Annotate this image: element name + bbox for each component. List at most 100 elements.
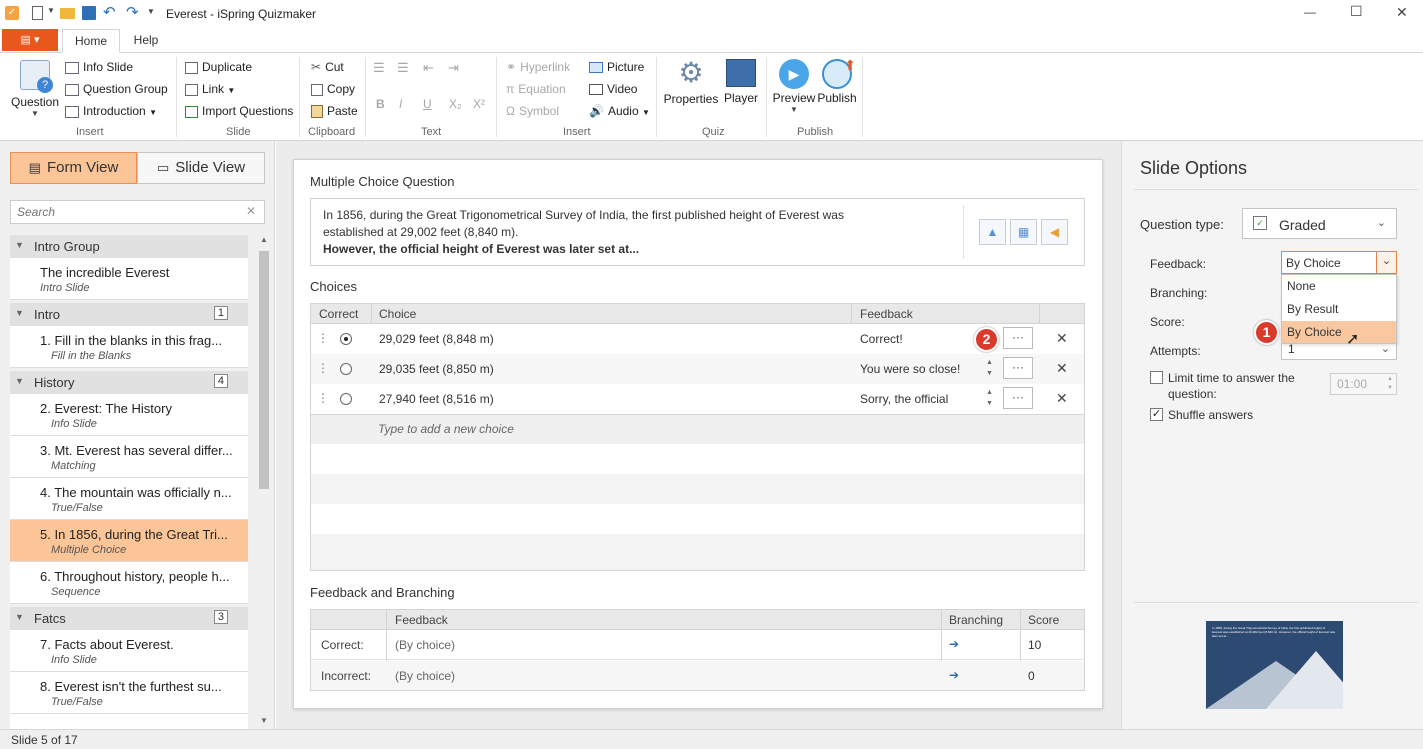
import-questions-button[interactable]: Import Questions	[185, 104, 293, 118]
group-header[interactable]: ▼ Fatcs 3	[10, 607, 248, 630]
dropdown-option[interactable]: None	[1282, 275, 1396, 297]
publish-button[interactable]: ⬆ Publish	[816, 57, 858, 105]
score-value[interactable]: 10	[1028, 638, 1041, 652]
list-scrollbar[interactable]: ▲ ▼	[257, 235, 271, 725]
cut-button[interactable]: ✂ Cut	[311, 60, 344, 74]
close-button[interactable]: ✕	[1396, 4, 1408, 21]
properties-button[interactable]: ⚙ Properties	[663, 57, 719, 106]
new-file-icon[interactable]	[32, 6, 43, 20]
question-button[interactable]: ? Question ▼	[8, 57, 62, 119]
list-item-selected[interactable]: 5. In 1856, during the Great Tri... Mult…	[10, 520, 248, 562]
list-item[interactable]: 7. Facts about Everest. Info Slide	[10, 630, 248, 672]
list-item-partial[interactable]	[10, 714, 248, 729]
introduction-button[interactable]: Introduction ▼	[65, 104, 157, 118]
feedback-text[interactable]: You were so close!	[860, 362, 960, 376]
dropdown-arrow-icon[interactable]: ▼	[47, 6, 55, 15]
collapse-icon[interactable]: ▼	[15, 612, 24, 622]
list-item[interactable]: 8. Everest isn't the furthest su... True…	[10, 672, 248, 714]
scroll-down-icon[interactable]: ▼	[260, 716, 268, 725]
group-header[interactable]: ▼ Intro Group	[10, 235, 248, 258]
list-item[interactable]: 4. The mountain was officially n... True…	[10, 478, 248, 520]
picture-button[interactable]: Picture	[589, 60, 644, 74]
bullet-list-icon[interactable]: ☰	[373, 60, 385, 76]
tab-home[interactable]: Home	[62, 29, 120, 53]
scroll-up-icon[interactable]: ▲	[260, 235, 268, 244]
italic-button[interactable]: I	[399, 97, 402, 111]
choice-row[interactable]: ⋮ 29,029 feet (8,848 m) Correct! ··· ✕	[311, 324, 1084, 354]
new-choice-row[interactable]: Type to add a new choice	[311, 414, 1084, 444]
group-header[interactable]: ▼ History 4	[10, 371, 248, 394]
feedback-more-button[interactable]: ···	[1003, 387, 1033, 409]
list-item[interactable]: The incredible Everest Intro Slide	[10, 258, 248, 300]
dropdown-option-highlighted[interactable]: By Choice	[1282, 321, 1396, 343]
open-folder-icon[interactable]	[60, 8, 75, 19]
file-menu-button[interactable]: ▤ ▾	[2, 29, 58, 51]
hyperlink-button[interactable]: ⚭ Hyperlink	[506, 60, 570, 74]
form-view-button[interactable]: ▤ Form View	[10, 152, 137, 184]
customize-icon[interactable]: ▼	[147, 7, 155, 16]
score-value[interactable]: 0	[1028, 669, 1035, 683]
question-type-select[interactable]: ✓ Graded ⌄	[1242, 208, 1397, 239]
collapse-icon[interactable]: ▼	[15, 240, 24, 250]
correct-radio-checked[interactable]	[340, 333, 352, 345]
question-group-button[interactable]: Question Group	[65, 82, 168, 96]
maximize-button[interactable]: ☐	[1350, 3, 1363, 20]
paste-button[interactable]: Paste	[311, 104, 358, 119]
feedback-text[interactable]: Correct!	[860, 332, 903, 346]
feedback-more-button[interactable]: ···	[1003, 357, 1033, 379]
feedback-value[interactable]: (By choice)	[395, 638, 455, 652]
feedback-text[interactable]: Sorry, the official	[860, 392, 948, 406]
feedback-row-incorrect[interactable]: Incorrect: (By choice) ➔ 0	[311, 661, 1084, 690]
drag-handle-icon[interactable]: ⋮	[317, 391, 329, 405]
chevron-down-icon[interactable]: ⌄	[1376, 252, 1396, 273]
remove-choice-icon[interactable]: ✕	[1056, 330, 1068, 347]
minimize-button[interactable]: —	[1304, 5, 1316, 19]
redo-icon[interactable]: ↷	[126, 3, 139, 21]
correct-radio[interactable]	[340, 393, 352, 405]
save-icon[interactable]	[82, 6, 96, 20]
underline-button[interactable]: U	[423, 97, 432, 111]
list-item[interactable]: 1. Fill in the blanks in this frag... Fi…	[10, 326, 248, 368]
choice-row[interactable]: ⋮ 27,940 feet (8,516 m) Sorry, the offic…	[311, 384, 1084, 414]
list-item[interactable]: 3. Mt. Everest has several differ... Mat…	[10, 436, 248, 478]
copy-button[interactable]: Copy	[311, 82, 355, 96]
stepper-icon[interactable]: ▲ ▼	[986, 387, 993, 409]
preview-button[interactable]: ▶ Preview ▼	[772, 57, 816, 114]
insert-audio-icon[interactable]: ◀	[1041, 219, 1068, 245]
list-item[interactable]: 6. Throughout history, people h... Seque…	[10, 562, 248, 604]
superscript-button[interactable]: X²	[473, 97, 485, 111]
correct-radio[interactable]	[340, 363, 352, 375]
choice-text[interactable]: 29,029 feet (8,848 m)	[379, 332, 494, 346]
video-button[interactable]: Video	[589, 82, 637, 96]
choice-text[interactable]: 29,035 feet (8,850 m)	[379, 362, 494, 376]
undo-icon[interactable]: ↶	[103, 3, 116, 21]
new-choice-placeholder[interactable]: Type to add a new choice	[378, 422, 514, 436]
feedback-value[interactable]: (By choice)	[395, 669, 455, 683]
subscript-button[interactable]: X₂	[449, 97, 462, 111]
info-slide-button[interactable]: Info Slide	[65, 60, 133, 74]
question-text-box[interactable]: In 1856, during the Great Trigonometrica…	[310, 198, 1085, 266]
stepper-icon[interactable]: ▲ ▼	[986, 357, 993, 379]
choice-row[interactable]: ⋮ 29,035 feet (8,850 m) You were so clos…	[311, 354, 1084, 384]
numbered-list-icon[interactable]: ☰	[397, 60, 409, 76]
link-button[interactable]: Link ▼	[185, 82, 235, 96]
player-button[interactable]: Player	[721, 57, 761, 105]
search-input[interactable]	[17, 205, 237, 219]
equation-button[interactable]: π Equation	[506, 82, 566, 96]
clear-search-icon[interactable]: ✕	[246, 204, 256, 218]
tab-help[interactable]: Help	[122, 29, 170, 51]
collapse-icon[interactable]: ▼	[15, 308, 24, 318]
remove-choice-icon[interactable]: ✕	[1056, 390, 1068, 407]
outdent-icon[interactable]: ⇤	[423, 60, 434, 76]
duplicate-button[interactable]: Duplicate	[185, 60, 252, 74]
feedback-more-button[interactable]: ···	[1003, 327, 1033, 349]
drag-handle-icon[interactable]: ⋮	[317, 361, 329, 375]
search-field[interactable]: ✕	[10, 200, 265, 224]
feedback-select[interactable]: By Choice ⌄	[1281, 251, 1397, 274]
indent-icon[interactable]: ⇥	[448, 60, 459, 76]
audio-button[interactable]: 🔊 Audio ▼	[589, 104, 650, 118]
remove-choice-icon[interactable]: ✕	[1056, 360, 1068, 377]
choice-text[interactable]: 27,940 feet (8,516 m)	[379, 392, 494, 406]
slide-thumbnail[interactable]: In 1856, during the Great Trigonometrica…	[1206, 621, 1343, 709]
drag-handle-icon[interactable]: ⋮	[317, 331, 329, 345]
